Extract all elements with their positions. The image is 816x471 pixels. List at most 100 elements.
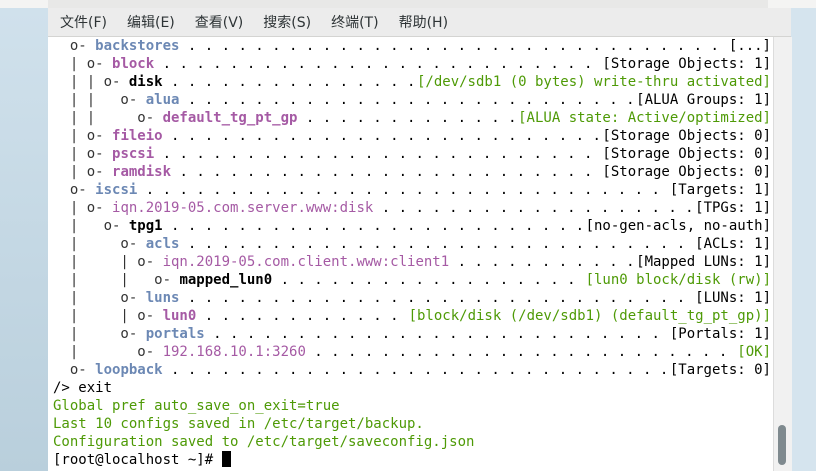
tree-node-status: [Storage Objects: 0] <box>602 164 771 180</box>
tree-node-name: loopback <box>95 362 163 378</box>
tree-node-status: [block/disk (/dev/sdb1) (default_tg_pt_g… <box>408 308 771 324</box>
tree-node-status: [Targets: 0] <box>669 362 771 378</box>
output-line: /> exit <box>53 380 113 396</box>
tree-row: | o- acls [ACLs: 1] <box>53 235 771 253</box>
tree-node-name: 192.168.10.1:3260 <box>162 344 306 360</box>
menu-view[interactable]: 查看(V) <box>189 12 250 32</box>
title-bar-left-edge <box>0 0 48 8</box>
tree-leader-dots <box>163 361 668 379</box>
tree-branch: o- <box>53 38 96 54</box>
tree-node-status: [Storage Objects: 1] <box>602 56 771 72</box>
terminal-output[interactable]: o- backstores [...] | o- block [Storage Ob… <box>48 37 773 471</box>
tree-row: | | o- alua [ALUA Groups: 1] <box>53 91 771 109</box>
tree-node-name: acls <box>145 236 180 252</box>
tree-row-left: | o- fileio <box>53 127 163 145</box>
output-line: Configuration saved to /etc/target/savec… <box>53 434 475 450</box>
desktop-background-left <box>0 8 48 471</box>
scrollbar-thumb[interactable] <box>778 425 786 465</box>
tree-node-status: [lun0 block/disk (rw)] <box>585 272 771 288</box>
tree-branch: o- <box>53 362 96 378</box>
tree-node-status: [/dev/sdb1 (0 bytes) write-thru activate… <box>416 74 771 90</box>
tree-leader-dots <box>163 217 584 235</box>
tree-row: | o- pscsi [Storage Objects: 0] <box>53 145 771 163</box>
tree-row-left: | | o- alua <box>53 91 180 109</box>
menu-search[interactable]: 搜索(S) <box>257 12 317 32</box>
tree-branch: | | o- <box>53 254 163 270</box>
tree-row-left: o- iscsi <box>53 181 137 199</box>
tree-row-left: | | o- iqn.2019-05.com.client.www:client… <box>53 253 449 271</box>
tree-node-name: default_tg_pt_gp <box>162 110 298 126</box>
tree-row: | o- iqn.2019-05.com.server.www:disk [TPG… <box>53 199 771 217</box>
tree-leader-dots <box>179 235 693 253</box>
menu-bar: 文件(F) 编辑(E) 查看(V) 搜索(S) 终端(T) 帮助(H) <box>48 8 791 37</box>
tree-node-status: [ACLs: 1] <box>695 236 771 252</box>
menu-file[interactable]: 文件(F) <box>54 12 113 32</box>
tree-branch: | | o- <box>53 92 146 108</box>
tree-row-left: | | o- mapped_lun0 <box>53 271 272 289</box>
tree-leader-dots <box>179 37 726 55</box>
tree-row-left: | o- ramdisk <box>53 163 171 181</box>
tree-node-status: [Portals: 1] <box>669 326 771 342</box>
tree-node-status: [TPGs: 1] <box>695 200 771 216</box>
shell-prompt-line[interactable]: [root@localhost ~]# <box>53 451 771 469</box>
shell-prompt: [root@localhost ~]# <box>53 452 222 468</box>
tree-leader-dots <box>179 289 693 307</box>
tree-branch: | | o- <box>53 308 163 324</box>
tree-node-status: [OK] <box>737 344 771 360</box>
tree-row: | o- 192.168.10.1:3260 [OK] <box>53 343 771 361</box>
tree-leader-dots <box>205 325 668 343</box>
desktop-background-right <box>791 8 816 471</box>
tree-row-left: | o- pscsi <box>53 145 154 163</box>
tree-branch: o- <box>53 182 96 198</box>
tree-node-name: backstores <box>95 38 180 54</box>
tree-branch: | o- <box>53 56 113 72</box>
tree-leader-dots <box>171 163 600 181</box>
tree-node-status: [Storage Objects: 0] <box>602 146 771 162</box>
title-bar-right-edge <box>768 0 816 8</box>
output-line: Last 10 configs saved in /etc/target/bac… <box>53 416 424 432</box>
tree-node-status: [LUNs: 1] <box>695 290 771 306</box>
tree-leader-dots <box>163 127 601 145</box>
tree-row-left: | | o- default_tg_pt_gp <box>53 109 298 127</box>
tree-row: | o- ramdisk [Storage Objects: 0] <box>53 163 771 181</box>
tree-branch: | o- <box>53 128 113 144</box>
tree-node-name: iqn.2019-05.com.server.www:disk <box>112 200 374 216</box>
menu-terminal[interactable]: 终端(T) <box>325 12 384 32</box>
tree-branch: | o- <box>53 164 113 180</box>
tree-row: | o- block [Storage Objects: 1] <box>53 55 771 73</box>
tree-branch: | o- <box>53 146 113 162</box>
menu-help[interactable]: 帮助(H) <box>393 12 454 32</box>
tree-branch: | o- <box>53 236 146 252</box>
tree-node-status: [Targets: 1] <box>669 182 771 198</box>
tree-row: | o- fileio [Storage Objects: 0] <box>53 127 771 145</box>
tree-leader-dots <box>154 55 600 73</box>
tree-branch: | o- <box>53 200 113 216</box>
tree-leader-dots <box>272 271 583 289</box>
tree-row: | | o- disk [/dev/sdb1 (0 bytes) write-th… <box>53 73 771 91</box>
tree-node-status: [Storage Objects: 0] <box>602 128 771 144</box>
tree-row-left: | o- block <box>53 55 154 73</box>
terminal-scrollbar[interactable] <box>773 37 792 471</box>
tree-branch: | | o- <box>53 110 163 126</box>
tree-row-left: o- loopback <box>53 361 163 379</box>
tree-leader-dots <box>373 199 693 217</box>
tree-row: | | o- mapped_lun0 [lun0 block/disk (rw)] <box>53 271 771 289</box>
tree-branch: | o- <box>53 344 163 360</box>
tree-leader-dots <box>154 145 600 163</box>
tree-row: o- loopback [Targets: 0] <box>53 361 771 379</box>
tree-leader-dots <box>179 91 634 109</box>
tree-leader-dots <box>449 253 634 271</box>
tree-row: | | o- iqn.2019-05.com.client.www:client… <box>53 253 771 271</box>
tree-branch: | | o- <box>53 272 180 288</box>
tree-row: | | o- default_tg_pt_gp [ALUA state: Acti… <box>53 109 771 127</box>
menu-edit[interactable]: 编辑(E) <box>121 12 181 32</box>
tree-row: | o- tpg1 [no-gen-acls, no-auth] <box>53 217 771 235</box>
tree-node-name: iscsi <box>95 182 138 198</box>
tree-row-left: | o- acls <box>53 235 180 253</box>
tree-node-name: tpg1 <box>128 218 163 234</box>
tree-node-status: [no-gen-acls, no-auth] <box>585 218 771 234</box>
tree-row-left: | o- portals <box>53 325 205 343</box>
tree-row-left: o- backstores <box>53 37 180 55</box>
tree-leader-dots <box>163 73 415 91</box>
tree-row: o- iscsi [Targets: 1] <box>53 181 771 199</box>
